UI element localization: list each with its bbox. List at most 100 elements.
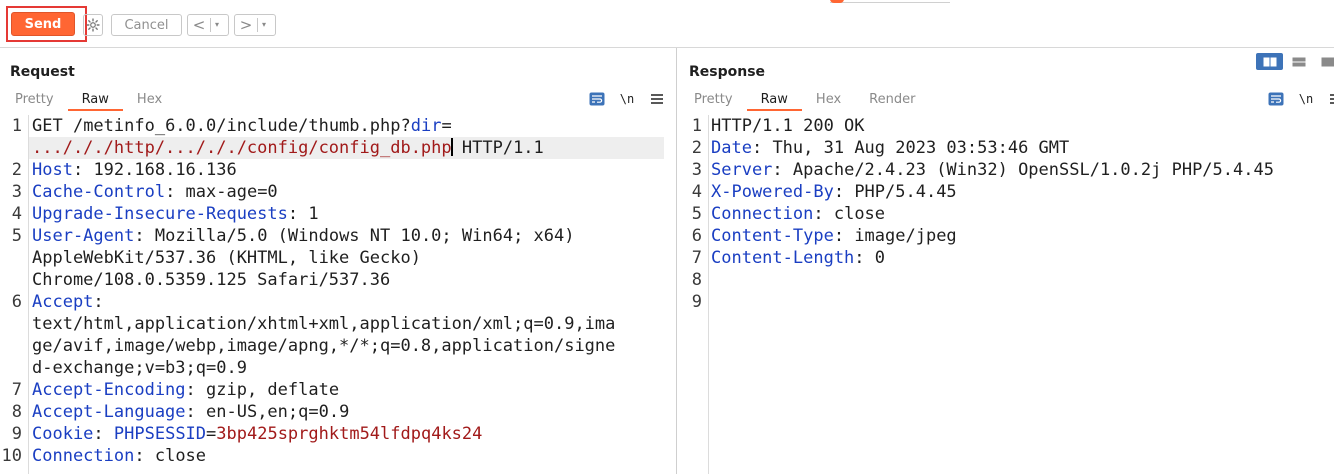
forward-dropdown-icon[interactable]: ▾ (258, 15, 270, 35)
header-value: 0 (874, 248, 886, 268)
line-number: 5 (691, 204, 702, 224)
line-number: 3 (11, 182, 22, 202)
header-line: Upgrade-Insecure-Requests: 1 (32, 203, 319, 225)
newline-toggle-icon[interactable]: \n (618, 90, 636, 108)
header-value: gzip, deflate (206, 380, 340, 400)
request-line: GET /metinfo_6.0.0/include/thumb.php?dir… (32, 115, 452, 137)
header-name: Date (711, 138, 752, 158)
response-tab-pretty[interactable]: Pretty (694, 90, 747, 111)
header-name: Connection (711, 204, 814, 224)
header-colon: : (93, 292, 114, 312)
header-line: Cache-Control: max-age=0 (32, 181, 278, 203)
request-tab-pretty[interactable]: Pretty (15, 90, 68, 111)
request-tabs: Pretty Raw Hex (15, 90, 176, 111)
line-number: 8 (11, 402, 22, 422)
menu-icon[interactable] (1327, 90, 1334, 108)
header-line: Accept-Encoding: gzip, deflate (32, 379, 339, 401)
menu-icon[interactable] (648, 90, 666, 108)
line-number: 3 (691, 160, 702, 180)
header-name: Upgrade-Insecure-Requests (32, 204, 288, 224)
cancel-button[interactable]: Cancel (111, 14, 182, 36)
header-line: Accept: (32, 291, 114, 313)
line-number: 1 (691, 116, 702, 136)
header-value: Thu, 31 Aug 2023 03:53:46 GMT (772, 138, 1070, 158)
wrap-lines-icon[interactable] (588, 90, 606, 108)
header-value-wrap: Chrome/108.0.5359.125 Safari/537.36 (32, 270, 391, 290)
header-colon: : (813, 204, 834, 224)
wrap-lines-icon[interactable] (1267, 90, 1285, 108)
http-method: GET (32, 116, 73, 136)
header-name: Content-Type (711, 226, 834, 246)
cookie-value: 3bp425sprghktm54lfdpq4ks24 (216, 424, 483, 444)
http-protocol: HTTP/1.1 (461, 138, 544, 158)
toolbar: Send Cancel < ▾ > ▾ (0, 0, 1334, 48)
header-name: Accept (32, 292, 94, 312)
response-editor[interactable]: 1 HTTP/1.1 200 OK 2 Date: Thu, 31 Aug 2023 … (677, 115, 1334, 474)
header-value: Mozilla/5.0 (Windows NT 10.0; Win64; x64… (154, 226, 575, 246)
header-value-continued: AppleWebKit/537.36 (KHTML, like Gecko) (32, 247, 421, 269)
request-editor[interactable]: 1 GET /metinfo_6.0.0/include/thumb.php?di… (0, 115, 676, 474)
back-button[interactable]: < (188, 15, 210, 35)
header-value: 192.168.16.136 (93, 160, 237, 180)
header-colon: : (185, 380, 207, 400)
line-number: 4 (11, 204, 22, 224)
header-name: X-Powered-By (711, 182, 834, 202)
header-line: Connection: close (32, 445, 206, 467)
response-line: X-Powered-By: PHP/5.4.45 (711, 181, 957, 203)
gear-icon[interactable] (83, 14, 103, 36)
line-number: 6 (691, 226, 702, 246)
query-equals: = (441, 116, 452, 136)
response-line: HTTP/1.1 200 OK (711, 115, 865, 137)
header-line: User-Agent: Mozilla/5.0 (Windows NT 10.0… (32, 225, 574, 247)
response-view-controls: \n (1267, 90, 1334, 108)
header-name: Server (711, 160, 773, 180)
response-line: Connection: close (711, 203, 885, 225)
header-name: Cache-Control (32, 182, 166, 202)
line-number: 7 (691, 248, 702, 268)
header-value-wrap: AppleWebKit/537.36 (KHTML, like Gecko) (32, 248, 421, 268)
header-name: Content-Length (711, 248, 855, 268)
header-value: close (154, 446, 207, 466)
header-line: Cookie: PHPSESSID=3bp425sprghktm54lfdpq4… (32, 423, 482, 445)
header-colon: : (134, 226, 155, 246)
line-number: 10 (1, 446, 22, 466)
back-dropdown-icon[interactable]: ▾ (211, 15, 223, 35)
split-vertical-icon[interactable] (1285, 53, 1312, 70)
request-title: Request (10, 64, 75, 80)
text-caret (450, 138, 453, 156)
line-number: 5 (11, 226, 22, 246)
header-colon: : (854, 248, 875, 268)
newline-toggle-icon[interactable]: \n (1297, 90, 1315, 108)
response-tab-hex[interactable]: Hex (802, 90, 855, 111)
header-name: Accept-Encoding (32, 380, 186, 400)
header-name: Accept-Language (32, 402, 186, 422)
cookie-equals: = (206, 424, 217, 444)
status-line: HTTP/1.1 200 OK (711, 116, 865, 136)
request-tab-raw[interactable]: Raw (67, 90, 123, 111)
response-title: Response (689, 64, 766, 80)
response-tab-render[interactable]: Render (855, 90, 929, 111)
forward-nav-group: > ▾ (234, 14, 276, 36)
send-button[interactable]: Send (11, 12, 75, 36)
forward-button[interactable]: > (235, 15, 257, 35)
header-name: Connection (32, 446, 135, 466)
layout-controls (1256, 53, 1334, 70)
header-name: Host (32, 160, 73, 180)
header-line: Host: 192.168.16.136 (32, 159, 237, 181)
header-value: image/jpeg (854, 226, 957, 246)
request-tab-hex[interactable]: Hex (123, 90, 176, 111)
top-decoration (830, 0, 950, 3)
header-value-continued: d-exchange;v=b3;q=0.9 (32, 357, 247, 379)
line-number: 4 (691, 182, 702, 202)
line-number: 9 (691, 292, 702, 312)
split-horizontal-icon[interactable] (1256, 53, 1283, 70)
response-tabs: Pretty Raw Hex Render (694, 90, 929, 111)
response-tab-raw[interactable]: Raw (746, 90, 802, 111)
single-pane-icon[interactable] (1314, 53, 1334, 70)
header-colon: : (833, 226, 855, 246)
header-value-wrap: ge/avif,image/webp,image/apng,*/*;q=0.8,… (32, 336, 616, 356)
header-colon: : (134, 446, 155, 466)
response-line: Server: Apache/2.4.23 (Win32) OpenSSL/1.… (711, 159, 1274, 181)
response-line: Date: Thu, 31 Aug 2023 03:53:46 GMT (711, 137, 1069, 159)
header-value: close (833, 204, 886, 224)
